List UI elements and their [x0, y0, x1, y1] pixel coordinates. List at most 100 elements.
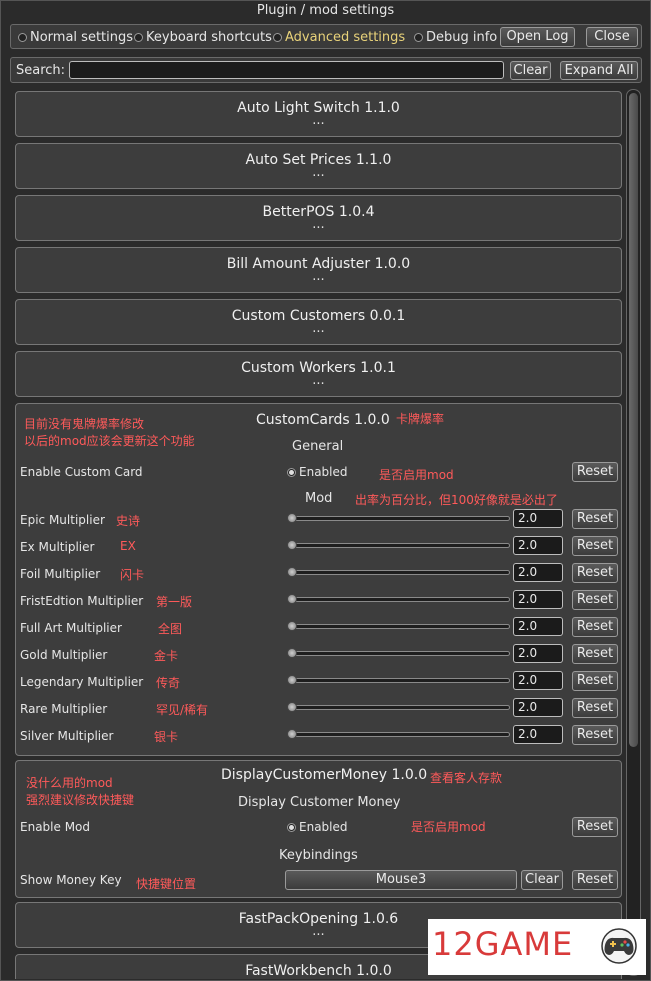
enabled-toggle[interactable]: Enabled: [287, 820, 348, 834]
slider-track[interactable]: [288, 732, 510, 737]
multiplier-value-field[interactable]: 2.0: [513, 590, 563, 609]
reset-button[interactable]: Reset: [572, 462, 618, 482]
watermark-logo: 12GAME: [428, 919, 646, 975]
plugin-header[interactable]: Bill Amount Adjuster 1.0.0 ...: [15, 247, 622, 293]
slider-handle[interactable]: [287, 540, 297, 550]
tab-advanced-settings[interactable]: Advanced settings: [273, 30, 405, 45]
close-button[interactable]: Close: [586, 27, 638, 47]
scrollbar-thumb[interactable]: [629, 93, 638, 747]
game-controller-icon: [601, 928, 637, 964]
plugin-header[interactable]: Auto Light Switch 1.1.0 ...: [15, 91, 622, 137]
slider-track[interactable]: [288, 624, 510, 629]
multiplier-value-field[interactable]: 2.0: [513, 617, 563, 636]
slider-track[interactable]: [288, 543, 510, 548]
setting-label: Gold Multiplier: [20, 648, 108, 662]
reset-button[interactable]: Reset: [572, 817, 618, 837]
slider-handle[interactable]: [287, 702, 297, 712]
annotation-note: 传奇: [156, 676, 181, 690]
reset-button[interactable]: Reset: [572, 563, 618, 583]
reset-button[interactable]: Reset: [572, 644, 618, 664]
plugin-header[interactable]: BetterPOS 1.0.4 ...: [15, 195, 622, 241]
annotation-note: 第一版: [156, 595, 193, 609]
open-log-button[interactable]: Open Log: [500, 27, 575, 47]
multiplier-value-field[interactable]: 2.0: [513, 644, 563, 663]
slider-handle[interactable]: [287, 567, 297, 577]
slider-handle[interactable]: [287, 648, 297, 658]
annotation-note: 是否启用mod: [411, 820, 486, 834]
reset-button[interactable]: Reset: [572, 725, 618, 745]
multiplier-value-field[interactable]: 2.0: [513, 698, 563, 717]
annotation-note: 出率为百分比，但100好像就是必出了: [355, 493, 558, 507]
multiplier-value-field[interactable]: 2.0: [513, 509, 563, 528]
toggle-label: Enabled: [299, 820, 348, 834]
plugin-header[interactable]: Auto Set Prices 1.1.0 ...: [15, 143, 622, 189]
slider-track[interactable]: [288, 570, 510, 575]
section-title-display-customer-money: Display Customer Money: [238, 795, 401, 810]
reset-button[interactable]: Reset: [572, 509, 618, 529]
slider-track[interactable]: [288, 597, 510, 602]
keybind-button[interactable]: Mouse3: [285, 870, 517, 890]
section-title-keybindings: Keybindings: [279, 848, 358, 863]
slider-track[interactable]: [288, 651, 510, 656]
plugin-collapsed-indicator: ...: [312, 165, 325, 180]
section-title-mod: Mod: [305, 491, 333, 506]
annotation-note: 快捷键位置: [136, 877, 197, 891]
plugin-name[interactable]: DisplayCustomerMoney 1.0.0: [221, 767, 427, 783]
multiplier-value-field[interactable]: 2.0: [513, 563, 563, 582]
radio-icon: [273, 33, 282, 42]
search-bar: Search: Clear Expand All: [10, 57, 642, 83]
tab-keyboard-shortcuts[interactable]: Keyboard shortcuts: [134, 30, 272, 45]
slider-track[interactable]: [288, 678, 510, 683]
reset-button[interactable]: Reset: [572, 617, 618, 637]
annotation-note: 目前没有鬼牌爆率修改: [24, 417, 145, 431]
tab-label: Debug info: [426, 30, 498, 45]
watermark-text: 12GAME: [432, 925, 574, 963]
setting-label: Epic Multiplier: [20, 513, 105, 527]
reset-button[interactable]: Reset: [572, 590, 618, 610]
reset-button[interactable]: Reset: [572, 671, 618, 691]
annotation-note: 罕见/稀有: [156, 703, 209, 717]
reset-button[interactable]: Reset: [572, 698, 618, 718]
tab-debug-info[interactable]: Debug info: [414, 30, 497, 45]
radio-icon: [287, 467, 296, 477]
plugin-list[interactable]: Auto Light Switch 1.1.0 ... Auto Set Pri…: [15, 89, 624, 979]
multiplier-value-field[interactable]: 2.0: [513, 671, 563, 690]
plugin-collapsed-indicator: ...: [312, 269, 325, 284]
slider-track[interactable]: [288, 705, 510, 710]
search-clear-button[interactable]: Clear: [510, 61, 551, 80]
plugin-header[interactable]: Custom Customers 0.0.1 ...: [15, 299, 622, 345]
tab-normal-settings[interactable]: Normal settings: [18, 30, 133, 45]
annotation-note: 卡牌爆率: [396, 412, 445, 426]
plugin-collapsed-indicator: ...: [312, 321, 325, 336]
radio-icon: [287, 822, 296, 832]
keybind-clear-button[interactable]: Clear: [521, 870, 563, 890]
plugin-header[interactable]: Custom Workers 1.0.1 ...: [15, 351, 622, 397]
slider-handle[interactable]: [287, 729, 297, 739]
annotation-note: EX: [120, 539, 136, 553]
slider-handle[interactable]: [287, 675, 297, 685]
annotation-note: 没什么用的mod: [26, 776, 113, 790]
slider-handle[interactable]: [287, 594, 297, 604]
slider-handle[interactable]: [287, 621, 297, 631]
reset-button[interactable]: Reset: [572, 536, 618, 556]
multiplier-value-field[interactable]: 2.0: [513, 725, 563, 744]
reset-button[interactable]: Reset: [572, 870, 618, 890]
radio-icon: [18, 33, 27, 42]
settings-toolbar: Normal settings Keyboard shortcuts Advan…: [10, 24, 642, 49]
vertical-scrollbar[interactable]: [626, 89, 641, 976]
multiplier-value-field[interactable]: 2.0: [513, 536, 563, 555]
search-input[interactable]: [69, 61, 504, 79]
setting-label: Rare Multiplier: [20, 702, 108, 716]
setting-label: Enable Mod: [20, 820, 91, 834]
annotation-note: 银卡: [154, 730, 179, 744]
expand-all-button[interactable]: Expand All: [560, 61, 638, 80]
slider-handle[interactable]: [287, 513, 297, 523]
plugin-collapsed-indicator: ...: [312, 113, 325, 128]
plugin-name[interactable]: CustomCards 1.0.0: [256, 412, 390, 428]
slider-track[interactable]: [288, 516, 510, 521]
enabled-toggle[interactable]: Enabled: [287, 465, 348, 479]
setting-label: Legendary Multiplier: [20, 675, 144, 689]
annotation-note: 史诗: [116, 514, 141, 528]
mod-settings-window: Plugin / mod settings Normal settings Ke…: [0, 0, 651, 981]
tab-label: Keyboard shortcuts: [146, 30, 272, 45]
